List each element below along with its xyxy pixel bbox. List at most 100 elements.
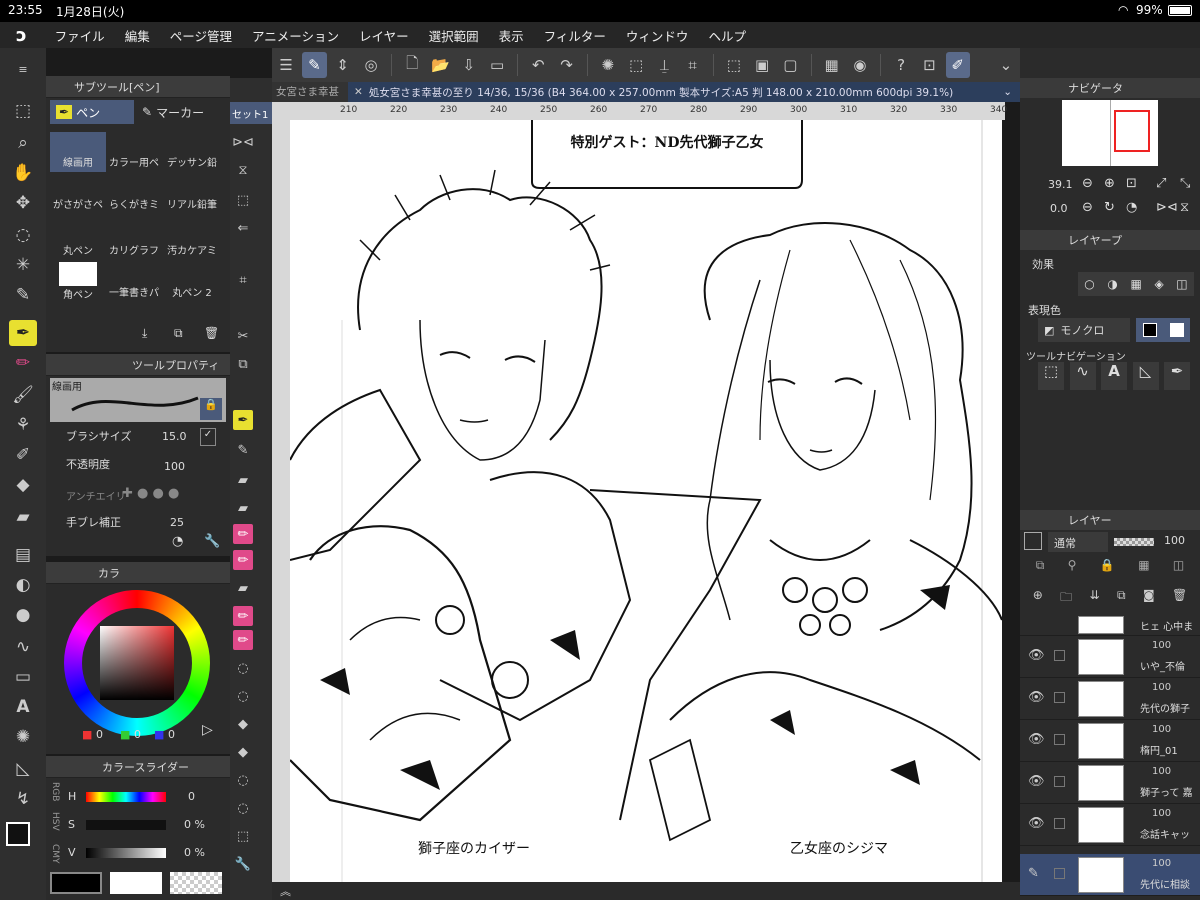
menu-page[interactable]: ページ管理 (170, 26, 232, 45)
hamburger-icon[interactable]: ☰ (274, 52, 298, 78)
gradient-icon[interactable]: ▤ (9, 542, 37, 568)
flip-icon[interactable]: ⊳⊲ (232, 132, 254, 152)
decoration-tool-icon[interactable]: ⚘ (9, 412, 37, 438)
transform-handles-icon[interactable]: ⌗ (680, 52, 704, 78)
mode-rgb[interactable]: RGB (50, 782, 60, 801)
hand-icon[interactable]: ✋ (9, 160, 37, 186)
pencil2-shortcut-icon[interactable]: ✏ (233, 550, 253, 570)
lasso4-shortcut-icon[interactable]: ◌ (233, 798, 253, 818)
zoom-out-icon[interactable]: ⊖ (1082, 176, 1093, 191)
balloon-icon[interactable]: ✺ (9, 724, 37, 750)
layer-checkbox[interactable] (1054, 868, 1065, 879)
text-nav-icon[interactable]: A (1101, 362, 1127, 390)
effect-buttons[interactable]: ○ ◑ ▦ ◈ ◫ (1078, 272, 1194, 296)
undo-icon[interactable]: ↶ (526, 52, 550, 78)
navigator-preview[interactable] (1062, 100, 1158, 166)
pencil4-shortcut-icon[interactable]: ✏ (233, 630, 253, 650)
select-shortcut-icon[interactable]: ⬚ (233, 826, 253, 846)
download-icon[interactable]: ⤓ (142, 326, 147, 341)
menu-view[interactable]: 表示 (499, 26, 524, 45)
airbrush-icon[interactable]: ✐ (9, 442, 37, 468)
brush-item[interactable]: カラー用ペ (106, 132, 162, 172)
brush-item[interactable]: 角ペン (50, 262, 106, 302)
pencil-tool-icon[interactable]: ✏ (9, 350, 37, 376)
extract-line-icon[interactable]: ◑ (1107, 277, 1117, 291)
brush-size-value[interactable]: 15.0 (162, 430, 187, 443)
expression-color-select[interactable]: ◩ モノクロ (1038, 318, 1130, 342)
menu-edit[interactable]: 編集 (125, 26, 150, 45)
layer-row[interactable]: 👁 100 いや_不倫 (1020, 636, 1200, 678)
eye-icon[interactable]: 👁 (1028, 648, 1045, 663)
layer-row[interactable]: 👁 100 念話キャッ (1020, 804, 1200, 846)
transfer-icon[interactable]: ⇊ (1090, 588, 1100, 610)
brush-item[interactable]: がさがさペ (50, 176, 106, 216)
saturation-value-square[interactable] (100, 626, 174, 700)
layer-row[interactable]: 👁 100 先代の獅子 (1020, 678, 1200, 720)
rotation-value[interactable]: 0.0 (1050, 202, 1068, 215)
eye-icon[interactable]: 👁 (1028, 732, 1045, 747)
rotate-left-icon[interactable]: ⊖ (1082, 200, 1093, 215)
mode-hsv[interactable]: HSV (50, 812, 60, 831)
layer-color-toggle[interactable] (1024, 532, 1042, 550)
pen-nav-icon[interactable]: ✒ (1164, 362, 1190, 390)
wrench-shortcut-icon[interactable]: 🔧 (233, 854, 253, 874)
white-swatch[interactable] (110, 872, 162, 894)
layer-row[interactable]: 👁 100 獅子って 嘉 (1020, 762, 1200, 804)
new-folder-icon[interactable]: 🗀 (1060, 588, 1072, 610)
text-icon[interactable]: A (9, 694, 37, 720)
redo-icon[interactable]: ↷ (554, 52, 578, 78)
antialias-options-icon[interactable]: ✚ ● ● ● (122, 486, 179, 501)
object-nav-icon[interactable]: ⬚ (1038, 362, 1064, 390)
stamp-icon[interactable]: ⍊ (652, 52, 676, 78)
mask-icon[interactable]: ◫ (1173, 558, 1184, 578)
lasso-shortcut-icon[interactable]: ◌ (233, 658, 253, 678)
opacity-value[interactable]: 100 (164, 460, 185, 473)
pen-mode-icon[interactable]: ✎ (302, 52, 327, 78)
reference-icon[interactable]: ⚲ (1068, 558, 1077, 578)
tone-icon[interactable]: ▦ (1130, 277, 1141, 291)
spinner-icon[interactable]: ✺ (596, 52, 620, 78)
ruler-icon[interactable]: ◺ (9, 756, 37, 782)
invert-icon[interactable]: ▣ (750, 52, 774, 78)
hue-slider[interactable] (86, 792, 166, 802)
object-select-icon[interactable]: ⬚ (9, 98, 37, 124)
spiral-icon[interactable]: ◎ (359, 52, 383, 78)
brush-item[interactable]: 丸ペン (50, 220, 106, 260)
new-file-icon[interactable]: 🗋 (400, 52, 424, 78)
fit-icon[interactable]: ⊡ (1126, 176, 1137, 191)
fill-icon[interactable]: ◆ (9, 472, 37, 498)
eraser2-shortcut-icon[interactable]: ▰ (233, 498, 253, 518)
transform-icon[interactable]: ⬚ (233, 190, 253, 210)
brush-item[interactable]: らくがきミ (106, 176, 162, 216)
full-size-icon[interactable]: ⤡ (1180, 176, 1190, 191)
eraser-icon[interactable]: ▰ (9, 504, 37, 530)
layer-checkbox[interactable] (1054, 650, 1065, 661)
caption-left[interactable]: 獅子座のカイザー (416, 838, 532, 858)
menu-layer[interactable]: レイヤー (359, 26, 409, 45)
crop-icon[interactable]: ⌗ (233, 270, 253, 290)
eraser-shortcut-icon[interactable]: ▰ (233, 470, 253, 490)
pencil-shortcut-icon[interactable]: ✏ (233, 524, 253, 544)
tab-marker[interactable]: ✎ マーカー (138, 100, 226, 124)
brush-item[interactable]: 線画用 (50, 132, 106, 172)
fill-shortcut-icon[interactable]: ◆ (233, 714, 253, 734)
curve-nav-icon[interactable]: ∿ (1069, 362, 1096, 390)
flip-horizontal-icon[interactable]: ⊳⊲ (1156, 200, 1178, 215)
white-color-swatch[interactable] (1169, 323, 1184, 337)
grip-icon[interactable]: ≡ (9, 56, 37, 82)
guide-icon[interactable]: ⊡ (917, 52, 941, 78)
wrench-icon[interactable]: 🔧 (204, 534, 220, 549)
brush-item[interactable]: 汚カケアミ (164, 220, 220, 260)
saturation-slider[interactable] (86, 820, 166, 830)
saturation-value[interactable]: 0 % (184, 818, 205, 831)
eye-icon[interactable]: 👁 (1028, 774, 1045, 789)
layer-row[interactable]: ヒェ 心中ま (1020, 614, 1200, 636)
hue-value[interactable]: 0 (188, 790, 195, 803)
pen-edit-icon[interactable]: ✎ (1028, 866, 1039, 881)
line-icon[interactable]: ∿ (9, 634, 37, 660)
magic-wand-icon[interactable]: ✳ (9, 252, 37, 278)
undo-arrow-icon[interactable]: ⇐ (233, 218, 253, 238)
pen-shortcut-icon[interactable]: ✒ (233, 410, 253, 430)
selection-dots-icon[interactable]: ⬚ (624, 52, 648, 78)
opacity-slider[interactable] (1114, 538, 1154, 546)
